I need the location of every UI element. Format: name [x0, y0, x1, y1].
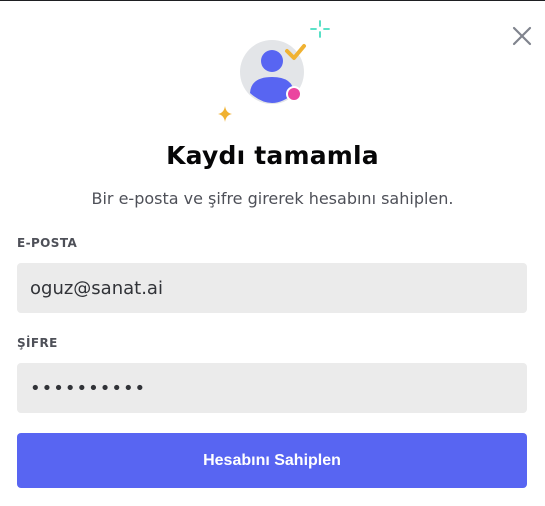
sparkle-yellow-icon — [218, 106, 232, 122]
sparkle-cyan-icon — [310, 20, 330, 38]
password-label: ŞİFRE — [17, 336, 58, 350]
user-avatar-illustration — [218, 20, 330, 122]
close-icon[interactable] — [509, 23, 535, 49]
email-label: E-POSTA — [17, 236, 78, 250]
password-input[interactable] — [17, 363, 527, 413]
modal-title: Kaydı tamamla — [166, 141, 379, 170]
email-input[interactable] — [17, 263, 527, 313]
modal-subtitle: Bir e-posta ve şifre girerek hesabını sa… — [91, 189, 454, 208]
claim-account-modal: Kaydı tamamla Bir e-posta ve şifre girer… — [0, 0, 545, 506]
claim-account-button[interactable]: Hesabını Sahiplen — [17, 433, 527, 488]
close-button[interactable] — [509, 23, 535, 49]
